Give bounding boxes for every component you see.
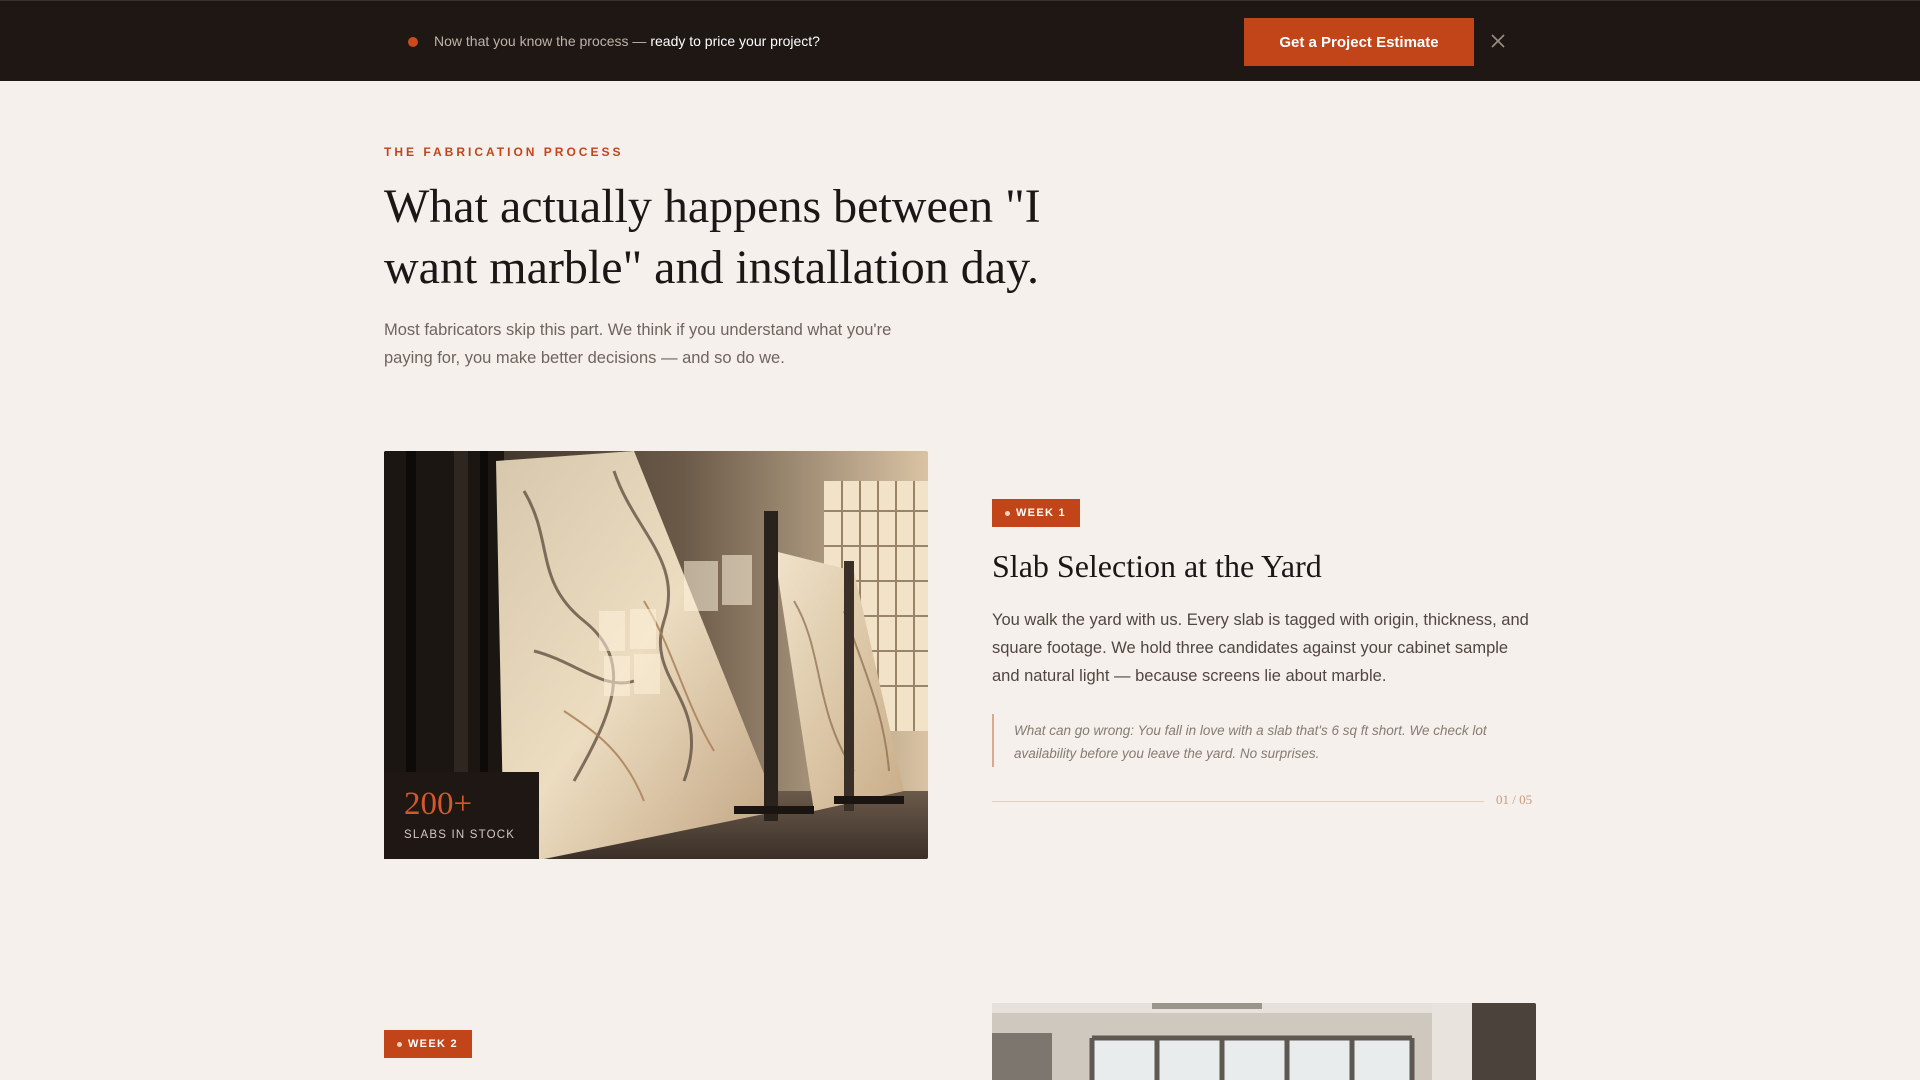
- stat-value: 200+: [404, 786, 473, 822]
- stock-stat: 200+ SLABS IN STOCK: [384, 772, 539, 859]
- intro-description: Most fabricators skip this part. We thin…: [384, 321, 892, 367]
- section-eyebrow: THE FABRICATION PROCESS: [384, 145, 624, 159]
- step-note: What can go wrong: You fall in love with…: [992, 714, 1532, 767]
- banner-message: Now that you know the process — ready to…: [434, 33, 820, 49]
- status-dot: [408, 37, 418, 47]
- banner-message-emphasis: ready to price your project?: [650, 33, 820, 49]
- page-title: What actually happens between "I want ma…: [384, 180, 1041, 294]
- workshop-photo: [992, 1003, 1536, 1080]
- step-title: Slab Selection at the Yard: [992, 548, 1322, 584]
- week-1-badge: WEEK 1: [992, 499, 1080, 527]
- close-icon[interactable]: [1488, 31, 1508, 51]
- step-counter: 01 / 05: [1496, 792, 1533, 807]
- get-estimate-button[interactable]: Get a Project Estimate: [1244, 18, 1474, 66]
- promo-banner: Now that you know the process — ready to…: [0, 0, 1920, 81]
- progress-divider: [992, 801, 1484, 802]
- week-2-badge: WEEK 2: [384, 1030, 472, 1058]
- banner-message-lead: Now that you know the process —: [434, 33, 651, 49]
- stat-label: SLABS IN STOCK: [404, 829, 516, 841]
- step-description: You walk the yard with us. Every slab is…: [992, 611, 1529, 685]
